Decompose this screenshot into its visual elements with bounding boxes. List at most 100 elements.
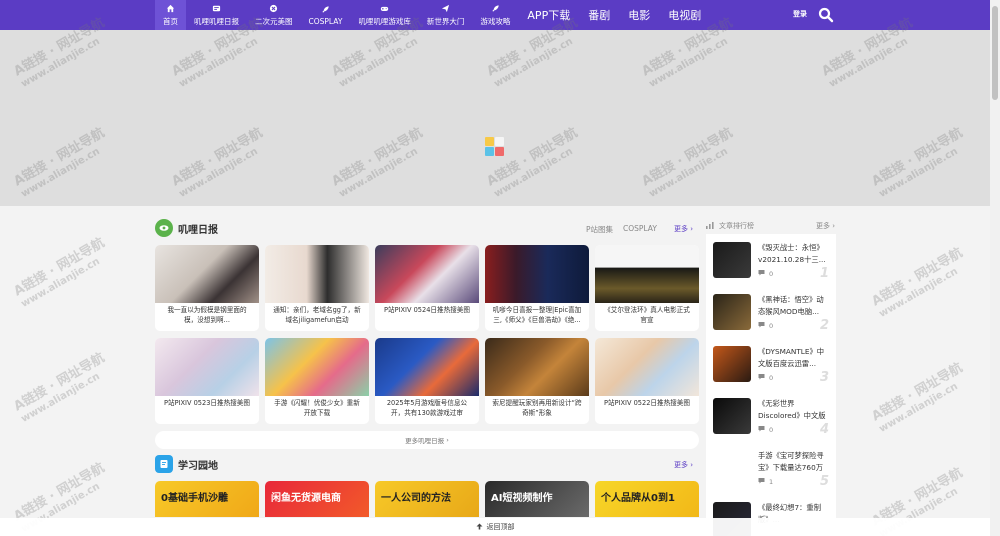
home-icon xyxy=(166,4,175,13)
ranking-thumbnail xyxy=(713,294,751,330)
nav-app-download[interactable]: APP下载 xyxy=(518,0,579,30)
course-title: 一人公司的方法 xyxy=(381,493,451,504)
watermark: A链接 · 网址导航 www.alianjie.cn xyxy=(869,360,966,435)
book-icon xyxy=(155,455,173,473)
article-thumbnail xyxy=(265,245,369,303)
ranking-item-title: 《黑神话：悟空》动态猴风MOD电脑... xyxy=(758,295,824,316)
chevron-right-icon: › xyxy=(832,222,836,230)
page-scrollbar[interactable] xyxy=(990,0,1000,536)
gamepad-icon xyxy=(380,4,389,13)
article-card[interactable]: 索尼提醒玩家别再用新设计“跨奇斯”形象 xyxy=(485,338,589,424)
ranking-item-title: 《毁灭战士：永恒》v2021.10.28十三... xyxy=(758,243,826,264)
nav-item-game-library[interactable]: 叽哩叽哩游戏库 xyxy=(350,0,419,30)
ranking-item-title: 手游《宝可梦探险寻宝》下载量达760万 xyxy=(758,451,824,472)
ranking-item[interactable]: 手游《宝可梦探险寻宝》下载量达760万 1 5 xyxy=(706,444,836,494)
nav-item-new-world[interactable]: 新世界大门 xyxy=(419,0,473,30)
nav-movies[interactable]: 电影 xyxy=(619,0,659,30)
tab-pixiv[interactable]: P站图集 xyxy=(586,224,613,235)
ranking-thumbnail xyxy=(713,450,751,486)
scrollbar-thumb[interactable] xyxy=(992,6,998,100)
article-card[interactable]: 《艾尔登法环》真人电影正式官宣 xyxy=(595,245,699,331)
ranking-more-link[interactable]: 更多 › xyxy=(816,221,835,231)
banner-slider[interactable] xyxy=(0,30,990,206)
nav-tv-series[interactable]: 电视剧 xyxy=(659,0,710,30)
article-thumbnail xyxy=(375,338,479,396)
ranking-item[interactable]: 《DYSMANTLE》中文版百度云迅雷... 0 3 xyxy=(706,340,836,390)
more-label: 更多 xyxy=(674,225,688,233)
article-thumbnail xyxy=(155,245,259,303)
article-card[interactable]: 通知：亲们，老域名gg了，新域名jiligamefun启动 xyxy=(265,245,369,331)
article-thumbnail xyxy=(485,245,589,303)
daily-more-link[interactable]: 更多 › xyxy=(674,224,693,234)
article-card[interactable]: P站PIXIV 0524日推热搜美图 xyxy=(375,245,479,331)
course-title: 个人品牌从0到1 xyxy=(601,493,675,504)
more-daily-button[interactable]: 更多叽哩日报 › xyxy=(155,431,699,449)
article-title: 2025年5月游戏版号信息公开，共有130款游戏过审 xyxy=(386,399,468,417)
comment-number: 0 xyxy=(769,321,774,330)
course-card[interactable]: 一人公司的方法 xyxy=(375,481,479,517)
course-card[interactable]: 个人品牌从0到1 xyxy=(595,481,699,517)
ranking-item-title: 《DYSMANTLE》中文版百度云迅雷... xyxy=(758,347,825,368)
article-thumbnail xyxy=(485,338,589,396)
nav-item-label: 首页 xyxy=(163,16,178,26)
nav-item-label: 叽哩叽哩日报 xyxy=(194,16,239,26)
article-title: P站PIXIV 0523日推热搜美图 xyxy=(164,399,250,407)
comment-icon xyxy=(758,477,765,486)
nav-anime[interactable]: 番剧 xyxy=(579,0,619,30)
ranking-list: 《毁灭战士：永恒》v2021.10.28十三... 0 1 《黑神话：悟空》动态… xyxy=(706,234,836,536)
search-icon[interactable] xyxy=(818,7,834,23)
comment-count: 0 xyxy=(758,373,773,382)
article-card[interactable]: 我一直以为假模是钢里面的模，没想到啊... xyxy=(155,245,259,331)
article-card[interactable]: P站PIXIV 0523日推热搜美图 xyxy=(155,338,259,424)
watermark: A链接 · 网址导航 www.alianjie.cn xyxy=(11,235,108,310)
rank-number: 2 xyxy=(820,318,830,333)
ranking-item[interactable]: 《毁灭战士：永恒》v2021.10.28十三... 0 1 xyxy=(706,236,836,286)
ranking-thumbnail xyxy=(713,398,751,434)
article-thumbnail xyxy=(595,338,699,396)
chevron-right-icon: › xyxy=(690,461,694,469)
nav-item-game-guides[interactable]: 游戏攻略 xyxy=(472,0,518,30)
rank-number: 5 xyxy=(820,474,830,489)
article-card[interactable]: 2025年5月游戏版号信息公开，共有130款游戏过审 xyxy=(375,338,479,424)
nav-item-home[interactable]: 首页 xyxy=(155,0,186,30)
comment-count: 0 xyxy=(758,425,773,434)
course-card[interactable]: AI短视频制作 xyxy=(485,481,589,517)
ranking-item[interactable]: 《无彩世界 Discolored》中文版百度... 0 4 xyxy=(706,392,836,442)
article-title: 叽嗲今日喜报一整理|Epic喜加三,《师父》《巨兽浩劫》《绝... xyxy=(492,306,582,324)
ranking-item[interactable]: 《黑神话：悟空》动态猴风MOD电脑... 0 2 xyxy=(706,288,836,338)
article-thumbnail xyxy=(595,245,699,303)
article-card[interactable]: 叽嗲今日喜报一整理|Epic喜加三,《师父》《巨兽浩劫》《绝... xyxy=(485,245,589,331)
ranking-title: 文章排行榜 xyxy=(719,222,754,230)
study-more-link[interactable]: 更多 › xyxy=(674,460,693,470)
news-icon xyxy=(212,4,221,13)
comment-count: 0 xyxy=(758,269,773,278)
comment-number: 1 xyxy=(769,477,774,486)
nav-item-label: 叽哩叽哩游戏库 xyxy=(358,16,411,26)
article-title: 我一直以为假模是钢里面的模，没想到啊... xyxy=(167,306,247,324)
rank-number: 3 xyxy=(820,370,830,385)
comment-icon xyxy=(758,373,765,382)
back-to-top-button[interactable]: 返回顶部 xyxy=(0,518,990,536)
more-label: 更多 xyxy=(816,222,830,230)
article-card[interactable]: P站PIXIV 0522日推热搜美图 xyxy=(595,338,699,424)
login-button[interactable]: 登录 xyxy=(793,9,807,19)
article-thumbnail xyxy=(155,338,259,396)
ranking-thumbnail xyxy=(713,346,751,382)
article-title: P站PIXIV 0524日推热搜美图 xyxy=(384,306,470,314)
tab-cosplay[interactable]: COSPLAY xyxy=(623,224,657,235)
article-card[interactable]: 手游《闪耀！优俊少女》重新开放下载 xyxy=(265,338,369,424)
comment-icon xyxy=(758,425,765,434)
article-title: P站PIXIV 0522日推热搜美图 xyxy=(604,399,690,407)
eye-icon xyxy=(155,219,173,237)
nav-item-cosplay[interactable]: COSPLAY xyxy=(301,0,351,30)
course-card[interactable]: 闲鱼无货源电商 xyxy=(265,481,369,517)
comment-icon xyxy=(758,269,765,278)
course-title: AI短视频制作 xyxy=(491,493,553,504)
article-title: 索尼提醒玩家别再用新设计“跨奇斯”形象 xyxy=(492,399,582,417)
article-thumbnail xyxy=(375,245,479,303)
course-card[interactable]: 0基础手机沙雕 xyxy=(155,481,259,517)
course-title: 闲鱼无货源电商 xyxy=(271,493,341,504)
more-label: 更多 xyxy=(674,461,688,469)
nav-item-daily[interactable]: 叽哩叽哩日报 xyxy=(186,0,247,30)
nav-item-anime-images[interactable]: 二次元美图 xyxy=(247,0,301,30)
